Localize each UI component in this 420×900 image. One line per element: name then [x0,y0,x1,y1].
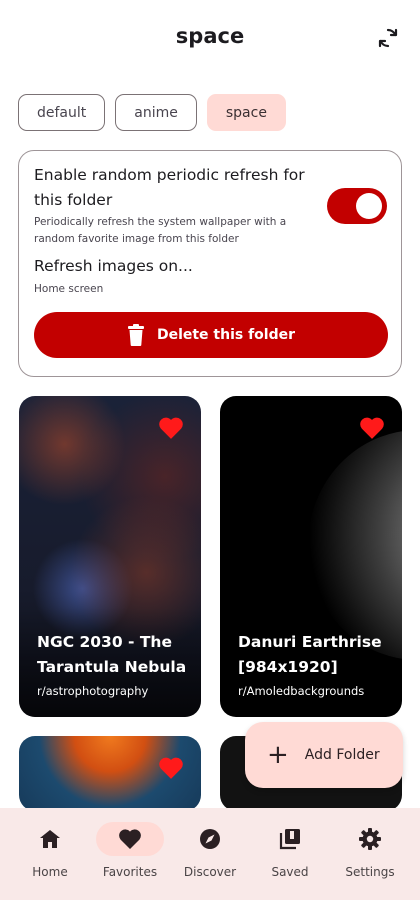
heart-icon[interactable] [359,416,385,440]
heart-icon[interactable] [158,416,184,440]
plus-icon: + [267,740,289,770]
nav-label: Saved [271,865,309,879]
nav-favorites[interactable]: Favorites [90,822,170,879]
wallpaper-subreddit: r/astrophotography [37,684,149,698]
chip-default[interactable]: default [18,94,106,131]
refresh-on-label[interactable]: Refresh images on... [34,257,193,275]
nav-pill [16,822,84,856]
nav-pill [176,822,244,856]
random-refresh-title: Enable random periodic refresh for this … [34,166,305,209]
nav-pill [336,822,404,856]
folder-chips: default anime space [18,94,286,131]
planet-image [308,430,402,660]
nav-label: Settings [345,865,395,879]
chip-anime[interactable]: anime [115,94,197,131]
nav-label: Favorites [102,865,158,879]
random-refresh-toggle[interactable] [327,188,387,224]
delete-folder-button[interactable]: Delete this folder [34,312,388,358]
nav-home[interactable]: Home [10,822,90,879]
refresh-icon [378,28,398,48]
heart-icon [119,829,141,849]
refresh-on-value: Home screen [34,283,104,295]
add-folder-label: Add Folder [304,747,380,763]
heart-icon[interactable] [158,756,184,780]
nav-settings[interactable]: Settings [330,822,410,879]
library-icon [279,829,300,850]
nav-saved[interactable]: Saved [250,822,330,879]
compass-icon [200,829,220,849]
gear-icon [359,828,381,850]
nav-discover[interactable]: Discover [170,822,250,879]
refresh-button[interactable] [374,24,402,52]
wallpaper-title: NGC 2030 - The Tarantula Nebula [37,633,187,676]
top-app-bar: space [0,0,420,78]
bottom-navigation: Home Favorites Discover Saved Settings [0,808,420,900]
delete-folder-label: Delete this folder [156,327,296,343]
chip-space[interactable]: space [206,94,286,131]
wallpaper-card[interactable] [19,736,201,811]
wallpaper-card[interactable]: Danuri Earthrise [984x1920] r/Amoledback… [220,396,402,717]
wallpaper-subreddit: r/Amoledbackgrounds [238,684,365,698]
random-refresh-description: Periodically refresh the system wallpape… [34,216,287,245]
wallpaper-title: Danuri Earthrise [984x1920] [238,633,382,676]
folder-settings-card: Enable random periodic refresh for this … [18,150,402,377]
home-icon [40,830,60,848]
trash-icon [127,324,144,346]
toggle-knob [356,193,382,219]
nav-pill [96,822,164,856]
add-folder-button[interactable]: + Add Folder [245,722,403,788]
page-title: space [175,24,245,48]
nav-label: Home [32,865,68,879]
wallpaper-card[interactable]: NGC 2030 - The Tarantula Nebula r/astrop… [19,396,201,717]
nav-pill [256,822,324,856]
nav-label: Discover [183,865,237,879]
